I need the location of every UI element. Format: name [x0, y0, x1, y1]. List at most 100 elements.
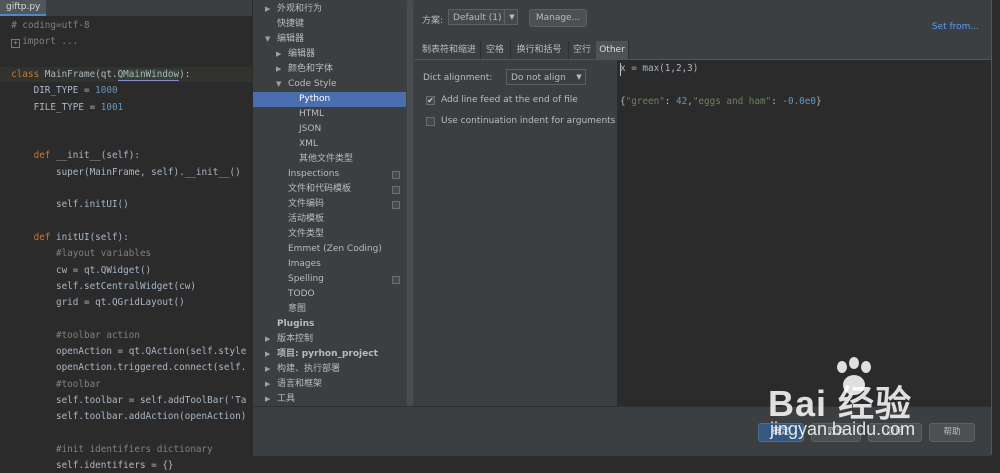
tree-item[interactable]: Emmet (Zen Coding): [253, 242, 406, 257]
dict-alignment-label: Dict alignment:: [423, 73, 493, 83]
code-line[interactable]: cw = qt.QWidget(): [0, 263, 151, 278]
tree-item[interactable]: Python: [253, 92, 406, 107]
code-line[interactable]: def initUI(self):: [0, 230, 129, 245]
collapsed-arrow-icon[interactable]: ▶: [276, 62, 281, 77]
tree-item[interactable]: ▶ 编辑器: [253, 47, 406, 62]
tree-item[interactable]: 文件类型: [253, 227, 406, 242]
code-line[interactable]: openAction = qt.QAction(self.style: [0, 344, 246, 359]
tree-item[interactable]: ▶ 工具: [253, 392, 406, 406]
tree-item[interactable]: 活动模板: [253, 212, 406, 227]
code-line[interactable]: [0, 426, 11, 441]
code-line[interactable]: self.initUI(): [0, 197, 129, 212]
code-line[interactable]: def __init__(self):: [0, 148, 140, 163]
continuation-indent-checkbox[interactable]: [426, 117, 435, 126]
line-feed-label: Add line feed at the end of file: [441, 95, 578, 105]
code-line[interactable]: #init identifiers dictionary: [0, 442, 213, 457]
tree-item[interactable]: 文件和代码模板: [253, 182, 406, 197]
code-line[interactable]: FILE_TYPE = 1001: [0, 100, 124, 115]
fold-icon[interactable]: +: [11, 39, 21, 49]
code-line[interactable]: [0, 311, 11, 326]
collapsed-arrow-icon[interactable]: ▶: [265, 332, 270, 347]
tree-item[interactable]: 意图: [253, 302, 406, 317]
code-line[interactable]: self.setCentralWidget(cw): [0, 279, 196, 294]
chevron-down-icon[interactable]: ▼: [572, 69, 586, 85]
tree-item[interactable]: ▶ 项目: pyrhon_project: [253, 347, 406, 362]
tree-item[interactable]: 文件编码: [253, 197, 406, 212]
options-pane: Dict alignment: Do not align ▼ ✔ Add lin…: [414, 60, 618, 406]
cancel-button[interactable]: 取消: [811, 423, 861, 442]
code-line[interactable]: [0, 132, 11, 147]
tree-item-label: 编辑器: [277, 34, 305, 44]
code-line[interactable]: # coding=utf-8: [0, 18, 89, 33]
tab[interactable]: 换行和括号: [510, 41, 569, 59]
tab[interactable]: 空格: [480, 41, 511, 59]
tree-item[interactable]: ▶ 语言和框架: [253, 377, 406, 392]
code-line[interactable]: #toolbar: [0, 377, 101, 392]
project-copy-icon: [392, 276, 400, 284]
set-from-link[interactable]: Set from...: [932, 22, 979, 32]
code-line[interactable]: openAction.triggered.connect(self.: [0, 360, 246, 375]
tree-item-label: 构建、执行部署: [277, 364, 341, 374]
file-tab[interactable]: giftp.py: [0, 0, 47, 16]
collapsed-arrow-icon[interactable]: ▶: [265, 377, 270, 392]
tree-item[interactable]: 快捷键: [253, 17, 406, 32]
code-line[interactable]: grid = qt.QGridLayout(): [0, 295, 185, 310]
tree-item[interactable]: Spelling: [253, 272, 406, 287]
tree-item[interactable]: ▶ 颜色和字体: [253, 62, 406, 77]
code-line[interactable]: self.toolbar = self.addToolBar('Ta: [0, 393, 246, 408]
tree-item[interactable]: ▶ 构建、执行部署: [253, 362, 406, 377]
tree-item-label: 版本控制: [277, 334, 314, 344]
tree-item[interactable]: Inspections: [253, 167, 406, 182]
collapsed-arrow-icon[interactable]: ▶: [265, 2, 270, 17]
manage-button[interactable]: Manage...: [529, 9, 587, 27]
tree-scrollbar-thumb[interactable]: [407, 0, 413, 406]
tree-item[interactable]: ▼ Code Style: [253, 77, 406, 92]
expanded-arrow-icon[interactable]: ▼: [265, 32, 270, 47]
scheme-label: 方案:: [422, 16, 444, 26]
tab[interactable]: 空行: [568, 41, 597, 59]
tree-scrollbar[interactable]: [406, 0, 414, 406]
help-button[interactable]: 帮助: [929, 423, 975, 442]
tree-item-label: 活动模板: [288, 214, 325, 224]
code-area[interactable]: # coding=utf-8 + import ... class MainFra…: [0, 16, 252, 471]
tree-item[interactable]: ▶ 版本控制: [253, 332, 406, 347]
code-line[interactable]: super(MainFrame, self).__init__(): [0, 165, 241, 180]
code-line[interactable]: + import ...: [0, 34, 78, 49]
code-line[interactable]: class MainFrame(qt.QMainWindow):: [0, 66, 252, 82]
code-line[interactable]: [0, 214, 11, 229]
tree-item[interactable]: ▼ 编辑器: [253, 32, 406, 47]
tree-item[interactable]: Plugins: [253, 317, 406, 332]
tree-item-label: 颜色和字体: [288, 64, 334, 74]
tree-item[interactable]: ▶ 外观和行为: [253, 2, 406, 17]
code-preview[interactable]: x = max(1,2,3) {"green": 42,"eggs and ha…: [617, 60, 991, 406]
settings-tree[interactable]: ▶ 外观和行为 快捷键 ▼ 编辑器 ▶ 编辑器 ▶ 颜色和字体 ▼ Code Style Python…: [253, 0, 407, 406]
chevron-down-icon[interactable]: ▼: [504, 9, 519, 25]
code-line[interactable]: #toolbar action: [0, 328, 140, 343]
collapsed-arrow-icon[interactable]: ▶: [265, 392, 270, 406]
line-feed-checkbox[interactable]: ✔: [426, 96, 435, 105]
code-line[interactable]: self.identifiers = {}: [0, 458, 174, 473]
code-line[interactable]: [0, 116, 11, 131]
code-line[interactable]: [0, 51, 11, 66]
code-line[interactable]: self.toolbar.addAction(openAction): [0, 409, 246, 424]
code-line[interactable]: #layout variables: [0, 246, 151, 261]
tab[interactable]: 制表符和缩进: [418, 41, 481, 59]
tab[interactable]: Other: [596, 41, 629, 59]
tree-item[interactable]: 其他文件类型: [253, 152, 406, 167]
tree-item-label: 语言和框架: [277, 379, 323, 389]
tree-item[interactable]: Images: [253, 257, 406, 272]
collapsed-arrow-icon[interactable]: ▶: [265, 347, 270, 362]
tree-item[interactable]: TODO: [253, 287, 406, 302]
ok-button[interactable]: 确定: [758, 423, 804, 442]
apply-button[interactable]: 应用: [868, 423, 922, 442]
code-editor[interactable]: giftp.py # coding=utf-8 + import ... clas…: [0, 0, 252, 471]
collapsed-arrow-icon[interactable]: ▶: [276, 47, 281, 62]
tree-item[interactable]: HTML: [253, 107, 406, 122]
code-line[interactable]: [0, 181, 11, 196]
code-line[interactable]: DIR_TYPE = 1000: [0, 83, 118, 98]
tree-item[interactable]: JSON: [253, 122, 406, 137]
collapsed-arrow-icon[interactable]: ▶: [265, 362, 270, 377]
tree-item[interactable]: XML: [253, 137, 406, 152]
expanded-arrow-icon[interactable]: ▼: [276, 77, 281, 92]
tree-item-label: 文件类型: [288, 229, 325, 239]
